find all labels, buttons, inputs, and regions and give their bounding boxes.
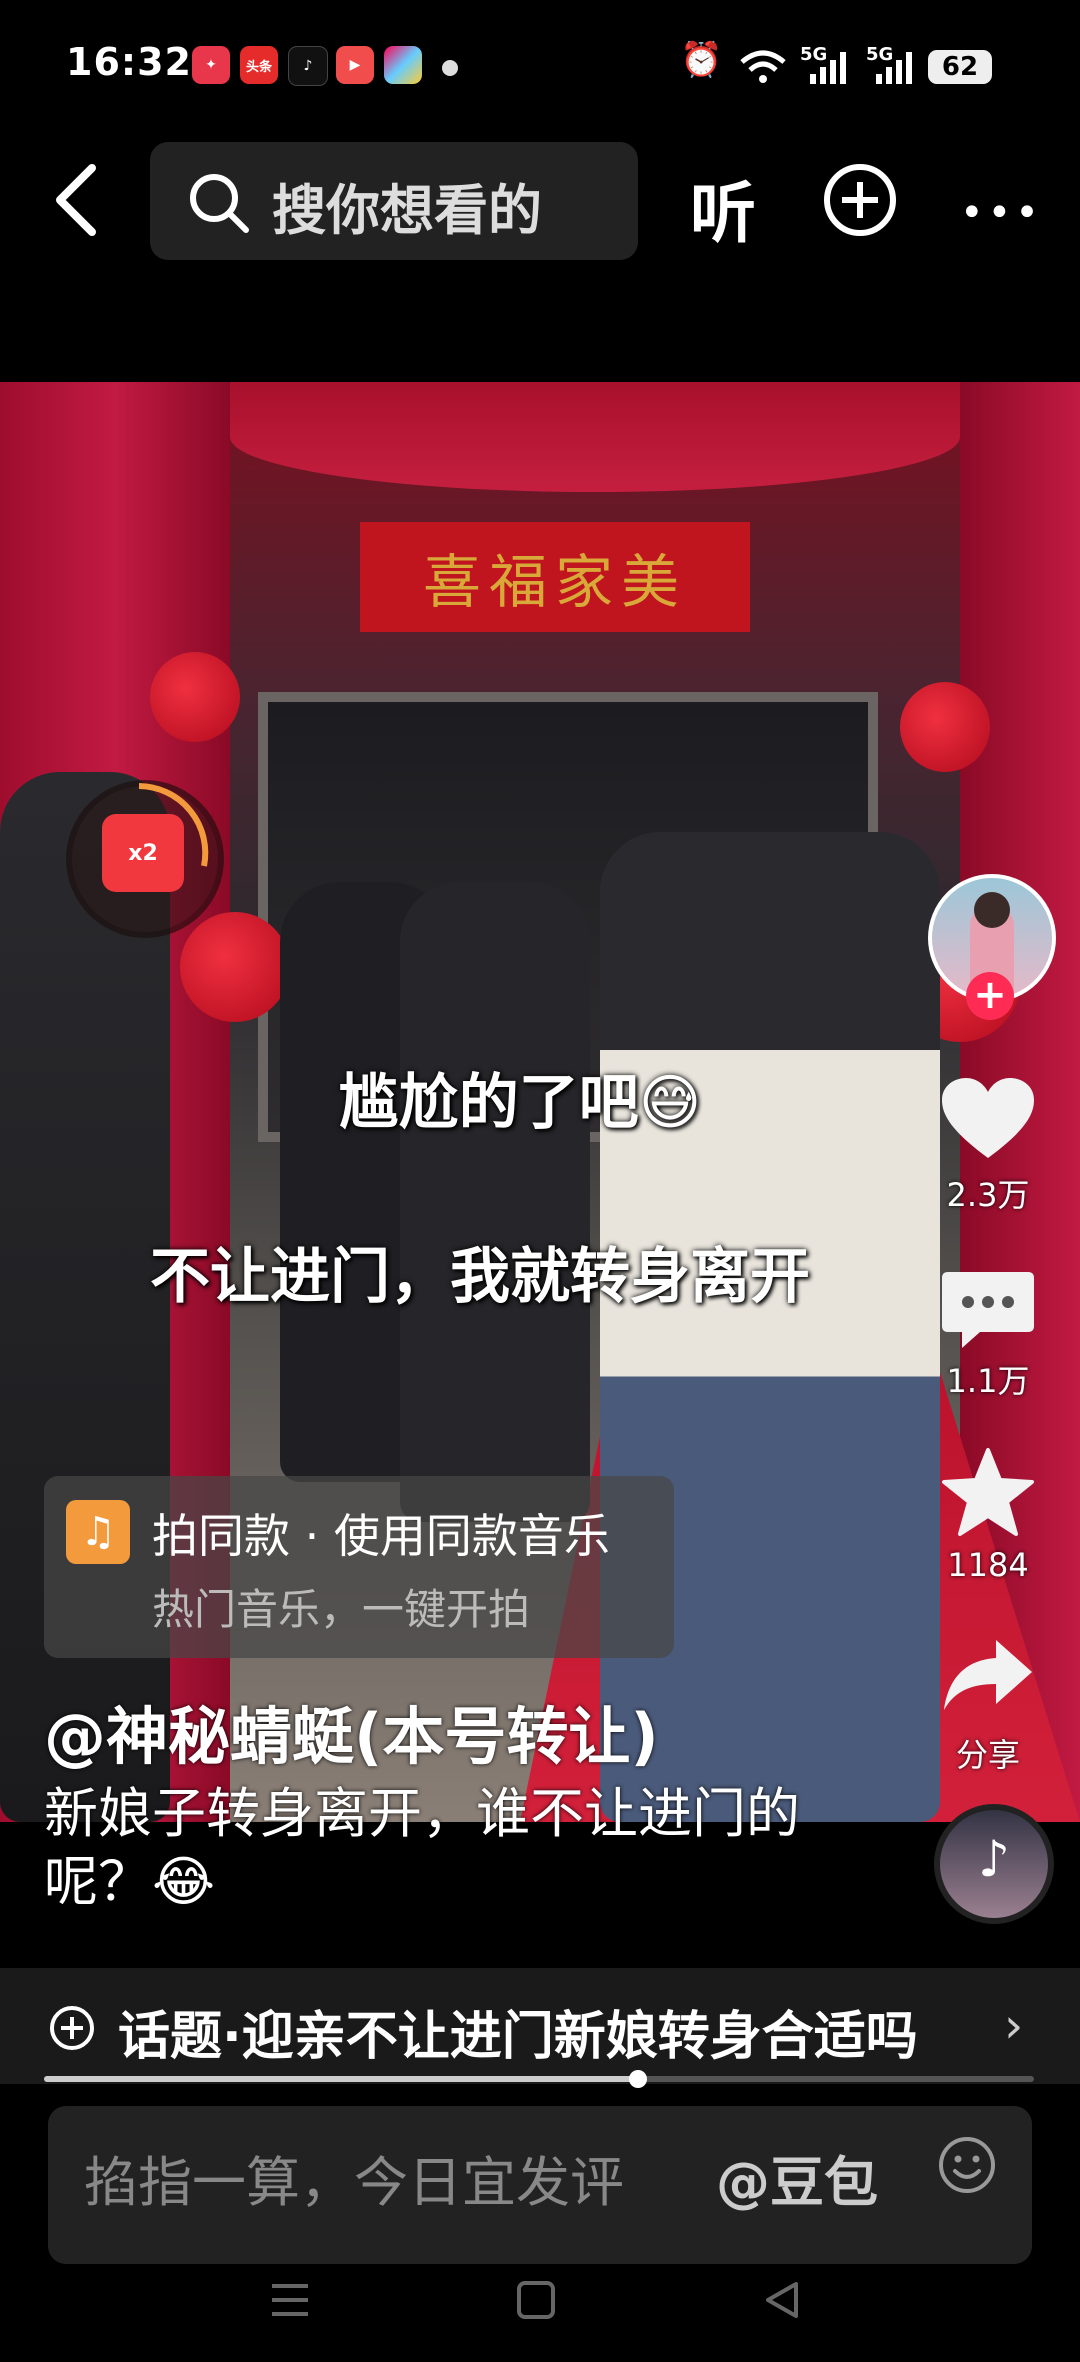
app-icon-1: ✦ xyxy=(192,46,230,84)
video-person xyxy=(400,882,590,1522)
more-options-icon[interactable]: ••• xyxy=(960,190,1043,236)
back-nav-icon[interactable] xyxy=(760,2278,804,2322)
toutiao-icon: 头条 xyxy=(240,46,278,84)
music-disc-icon[interactable]: ♪ xyxy=(934,1804,1054,1924)
home-nav-icon[interactable] xyxy=(514,2278,558,2322)
video-caption: 新娘子转身离开，谁不让进门的呢？😂 xyxy=(44,1782,800,1913)
signal-bars-icon-1 xyxy=(810,52,846,84)
video-progress-handle[interactable] xyxy=(629,2070,647,2088)
video-app-icon: ▶ xyxy=(336,46,374,84)
status-bar: 16:32 ✦ 头条 ♪ ▶ ⏰ 5G 5G 62 xyxy=(0,0,1080,130)
search-placeholder: 搜你想看的 xyxy=(272,179,542,242)
red-packet-icon[interactable]: x2 xyxy=(102,814,184,892)
like-heart-icon[interactable] xyxy=(940,1076,1036,1162)
search-icon xyxy=(190,174,249,233)
video-overlay-text-2: 不让进门，我就转身离开 xyxy=(150,1242,810,1312)
like-count: 2.3万 xyxy=(946,1176,1030,1214)
video-person xyxy=(600,832,940,1822)
music-chip-subtitle: 热门音乐，一键开拍 xyxy=(152,1585,531,1634)
topic-add-icon xyxy=(50,2006,94,2050)
add-circle-icon[interactable] xyxy=(822,162,898,238)
lantern-decoration xyxy=(900,682,990,772)
comment-icon[interactable] xyxy=(940,1268,1036,1354)
share-label[interactable]: 分享 xyxy=(918,1730,1058,1776)
lantern-decoration xyxy=(180,912,290,1022)
video-drape xyxy=(230,382,960,492)
emoji-icon[interactable] xyxy=(936,2134,998,2196)
lantern-decoration xyxy=(150,652,240,742)
video-banner: 喜福家美 xyxy=(360,522,750,632)
douyin-icon: ♪ xyxy=(288,46,328,86)
gallery-app-icon xyxy=(384,46,422,84)
chevron-right-icon: › xyxy=(1004,1998,1024,2054)
music-chip-title: 拍同款 · 使用同款音乐 xyxy=(152,1509,610,1563)
comment-count: 1.1万 xyxy=(946,1362,1030,1400)
favorite-count: 1184 xyxy=(947,1546,1029,1584)
menu-nav-icon[interactable] xyxy=(268,2280,312,2320)
listen-button[interactable]: 听 xyxy=(690,160,756,256)
notification-dot-icon xyxy=(442,60,458,76)
video-progress-fill xyxy=(44,2076,638,2082)
status-time: 16:32 xyxy=(66,40,192,84)
signal-bars-icon-2 xyxy=(876,52,912,84)
wifi-icon xyxy=(740,50,786,83)
comment-placeholder: 掐指一算，今日宜发评 xyxy=(84,2151,624,2214)
music-note-icon: ♫ xyxy=(66,1500,130,1564)
author-name[interactable]: @神秘蜻蜓(本号转让) xyxy=(44,1686,659,1776)
alarm-icon: ⏰ xyxy=(680,40,723,80)
share-arrow-icon[interactable] xyxy=(940,1634,1036,1714)
video-overlay-text-1: 尴尬的了吧😅 xyxy=(338,1068,702,1138)
topic-label: 话题·迎亲不让进门新娘转身合适吗 xyxy=(118,2007,918,2067)
back-arrow-icon[interactable] xyxy=(48,160,108,240)
follow-plus-icon[interactable]: + xyxy=(966,972,1014,1020)
mention-doubao-button[interactable]: @豆包 xyxy=(716,2138,878,2217)
battery-indicator: 62 xyxy=(928,50,992,84)
favorite-star-icon[interactable] xyxy=(940,1446,1036,1536)
